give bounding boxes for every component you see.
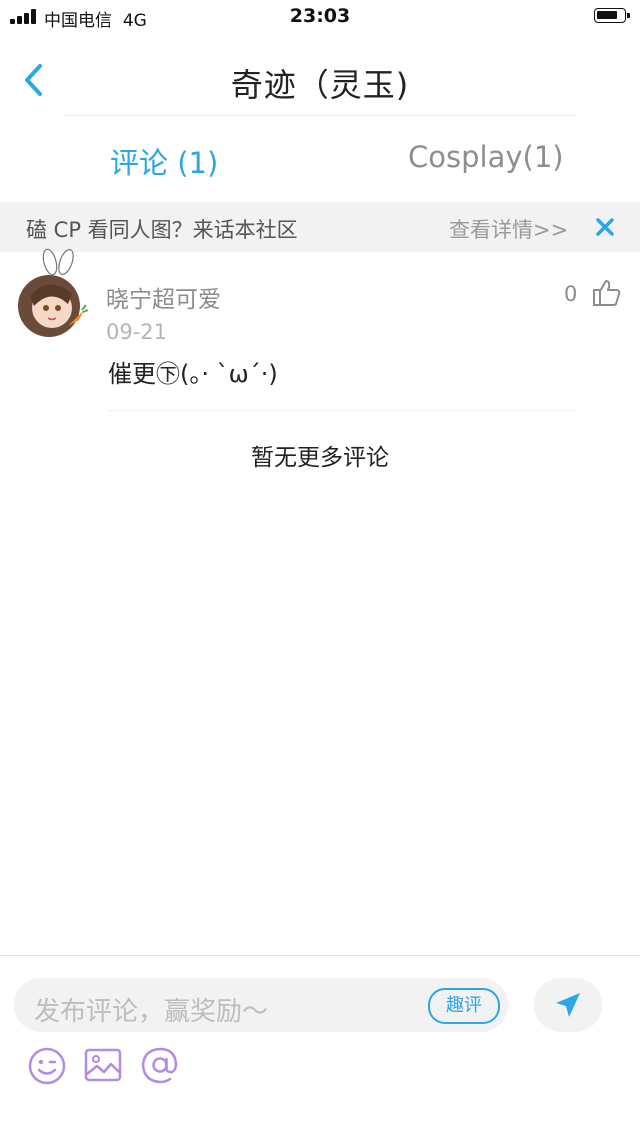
close-icon — [596, 218, 614, 236]
qu-ping-button[interactable]: 趣评 — [428, 988, 500, 1024]
comment-input[interactable]: 发布评论，赢奖励～ 趣评 — [14, 978, 508, 1032]
comment-username[interactable]: 晓宁超可爱 — [106, 280, 221, 314]
close-button[interactable] — [594, 216, 616, 238]
status-bar: 中国电信 4G 23:03 — [0, 0, 640, 34]
no-more-comments: 暂无更多评论 — [251, 445, 389, 471]
send-button[interactable] — [534, 978, 602, 1032]
page-title: 奇迹（灵玉) — [230, 66, 410, 104]
emoji-button[interactable] — [26, 1044, 70, 1088]
comment-item: 晓宁超可爱 09-21 催更㊦(。· `ω´·) 0 — [0, 248, 640, 412]
thumbs-up-icon — [593, 280, 621, 306]
at-icon — [141, 1047, 178, 1084]
promo-banner[interactable]: 磕 CP 看同人图？来话本社区 查看详情>> — [0, 202, 640, 252]
status-time: 23:03 — [289, 5, 351, 27]
tab-bar: 评论 (1) Cosplay(1) — [0, 116, 640, 202]
like-count: 0 — [564, 282, 578, 306]
tab-comments[interactable]: 评论 (1) — [110, 140, 218, 182]
tab-cosplay[interactable]: Cosplay(1) — [408, 140, 564, 174]
image-icon — [84, 1048, 122, 1082]
comment-composer: 发布评论，赢奖励～ 趣评 — [0, 955, 640, 1139]
comment-content: 催更㊦(。· `ω´·) — [108, 360, 278, 388]
comment-date: 09-21 — [106, 320, 168, 344]
image-button[interactable] — [82, 1044, 126, 1088]
like-button[interactable] — [592, 278, 622, 308]
emoji-icon — [28, 1047, 66, 1085]
send-icon — [556, 993, 580, 1017]
comment-divider — [108, 410, 576, 411]
banner-details-link[interactable]: 查看详情>> — [449, 214, 568, 244]
comment-input-placeholder: 发布评论，赢奖励～ — [34, 997, 269, 1027]
banner-text: 磕 CP 看同人图？来话本社区 — [26, 218, 298, 242]
nav-bar: 奇迹（灵玉) — [0, 40, 640, 116]
avatar[interactable] — [18, 248, 88, 337]
battery-icon — [594, 8, 630, 23]
mention-button[interactable] — [138, 1044, 182, 1088]
